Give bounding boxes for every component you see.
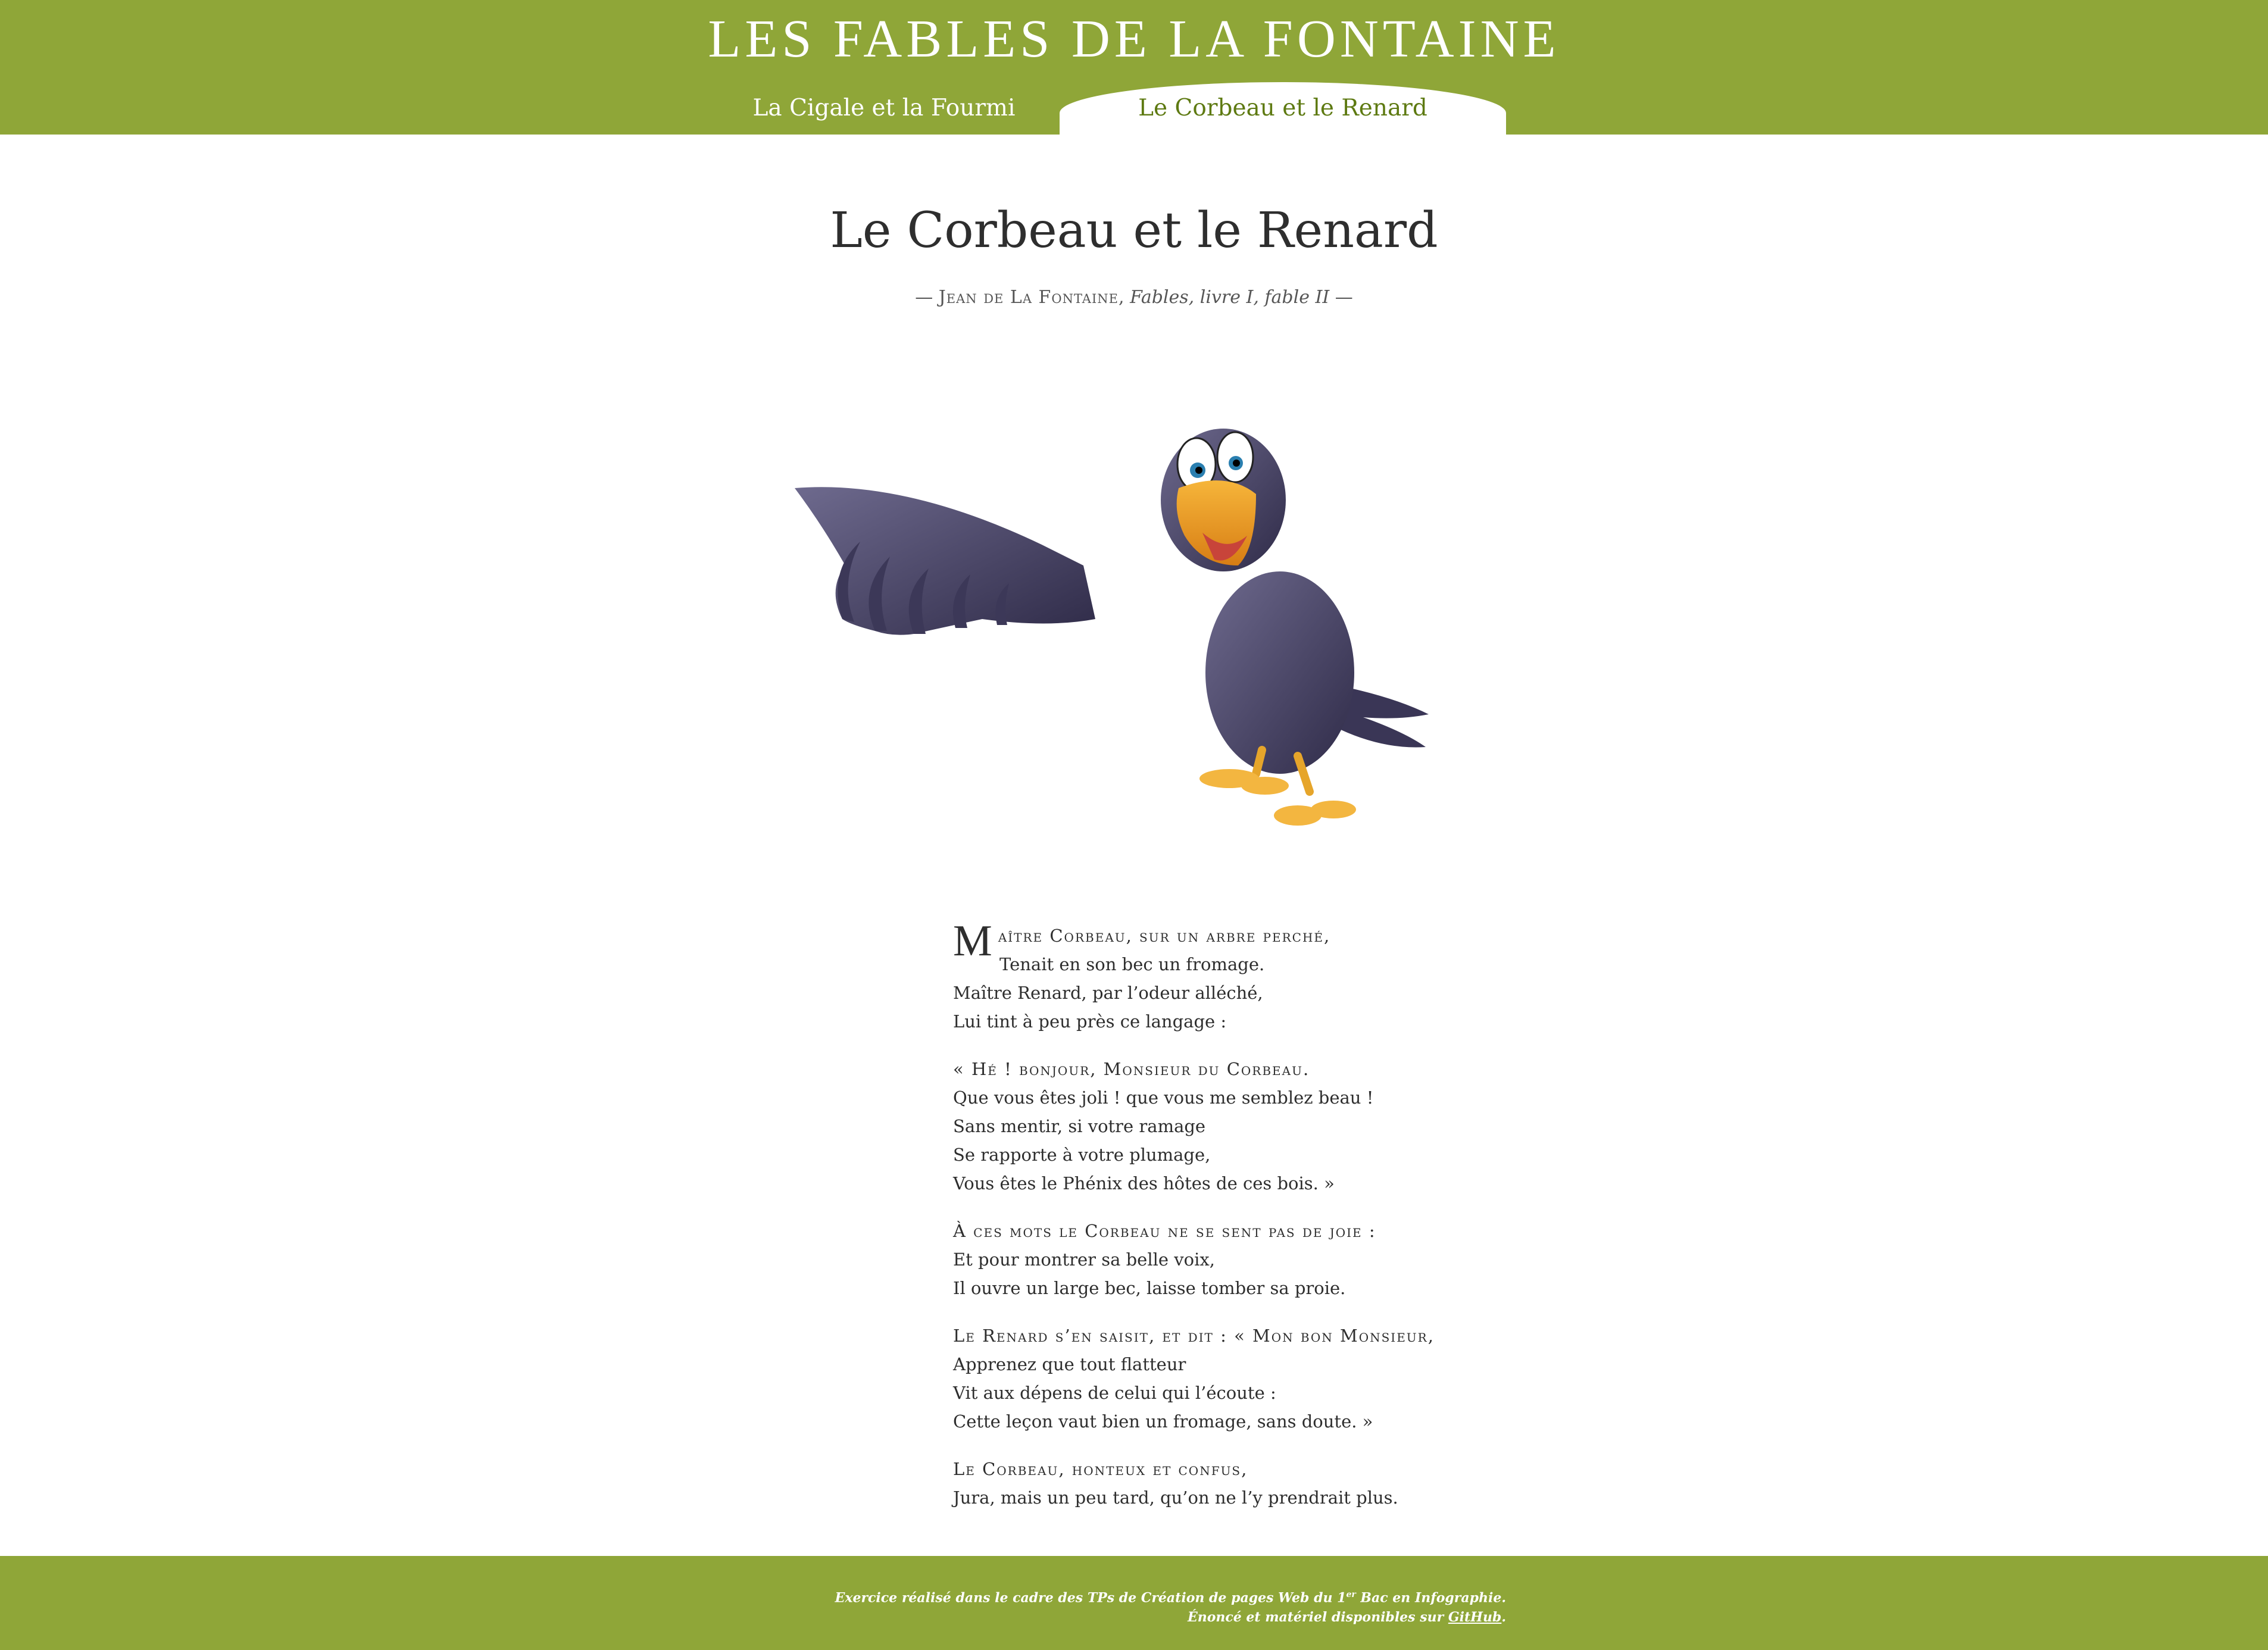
crow-body (1205, 571, 1354, 774)
byline: — Jean de La Fontaine, Fables, livre I, … (0, 285, 2268, 311)
footer-source: Énoncé et matériel disponibles sur GitHu… (1187, 1610, 1506, 1625)
byline-dash-open: — (915, 287, 939, 308)
crow-wing (795, 487, 1095, 635)
verse-lead: Le Renard s’en saisit, et dit : « Mon bo… (953, 1326, 1435, 1346)
verse: Lui tint à peu près ce langage : (953, 1011, 1227, 1032)
tab-la-cigale-et-la-fourmi[interactable]: La Cigale et la Fourmi (747, 82, 1021, 135)
crow-illustration (795, 429, 1429, 826)
verse: Sans mentir, si votre ramage (953, 1116, 1206, 1136)
verse: Et pour montrer sa belle voix, (953, 1249, 1215, 1270)
byline-comma: , (1118, 287, 1130, 308)
footer-credit: Exercice réalisé dans le cadre des TPs d… (835, 1590, 1506, 1606)
byline-work: Fables, livre I, fable II (1130, 287, 1330, 308)
byline-dash-close: — (1329, 287, 1353, 308)
verse: Apprenez que tout flatteur (953, 1354, 1186, 1374)
verse: Jura, mais un peu tard, qu’on ne l’y pre… (953, 1488, 1398, 1508)
stanza-5: Le Corbeau, honteux et confus, Jura, mai… (953, 1455, 1548, 1512)
github-link[interactable]: GitHub (1448, 1610, 1501, 1625)
verse: Maître Renard, par l’odeur alléché, (953, 983, 1263, 1003)
verse-lead: Maître Corbeau, sur un arbre perché, (953, 917, 1331, 965)
verse: Vous êtes le Phénix des hôtes de ces boi… (953, 1173, 1335, 1193)
stanza-3: À ces mots le Corbeau ne se sent pas de … (953, 1217, 1548, 1302)
stanza-1: Maître Corbeau, sur un arbre perché, Ten… (953, 917, 1548, 1036)
poem: Maître Corbeau, sur un arbre perché, Ten… (953, 917, 1548, 1531)
drop-cap: M (953, 917, 992, 965)
site-header: LES FABLES DE LA FONTAINE La Cigale et l… (0, 0, 2268, 135)
tab-le-corbeau-et-le-renard[interactable]: Le Corbeau et le Renard (1060, 82, 1506, 135)
stanza-2: « Hé ! bonjour, Monsieur du Corbeau. Que… (953, 1055, 1548, 1198)
stanza-4: Le Renard s’en saisit, et dit : « Mon bo… (953, 1321, 1548, 1436)
crow-feet (1199, 769, 1356, 826)
site-title: LES FABLES DE LA FONTAINE (708, 10, 1560, 68)
verse-lead: Le Corbeau, honteux et confus, (953, 1459, 1248, 1479)
verse: Il ouvre un large bec, laisse tomber sa … (953, 1278, 1346, 1298)
verse: Se rapporte à votre plumage, (953, 1145, 1211, 1165)
verse-lead: « Hé ! bonjour, Monsieur du Corbeau. (953, 1059, 1310, 1079)
byline-author: Jean de La Fontaine (938, 287, 1119, 308)
verse: Que vous êtes joli ! que vous me semblez… (953, 1088, 1374, 1108)
site-footer: Exercice réalisé dans le cadre des TPs d… (0, 1556, 2268, 1650)
verse-lead: À ces mots le Corbeau ne se sent pas de … (953, 1221, 1376, 1241)
verse: Vit aux dépens de celui qui l’écoute : (953, 1383, 1276, 1403)
fable-title: Le Corbeau et le Renard (830, 202, 1438, 259)
verse: Tenait en son bec un fromage. (999, 954, 1265, 974)
verse: Cette leçon vaut bien un fromage, sans d… (953, 1411, 1373, 1432)
